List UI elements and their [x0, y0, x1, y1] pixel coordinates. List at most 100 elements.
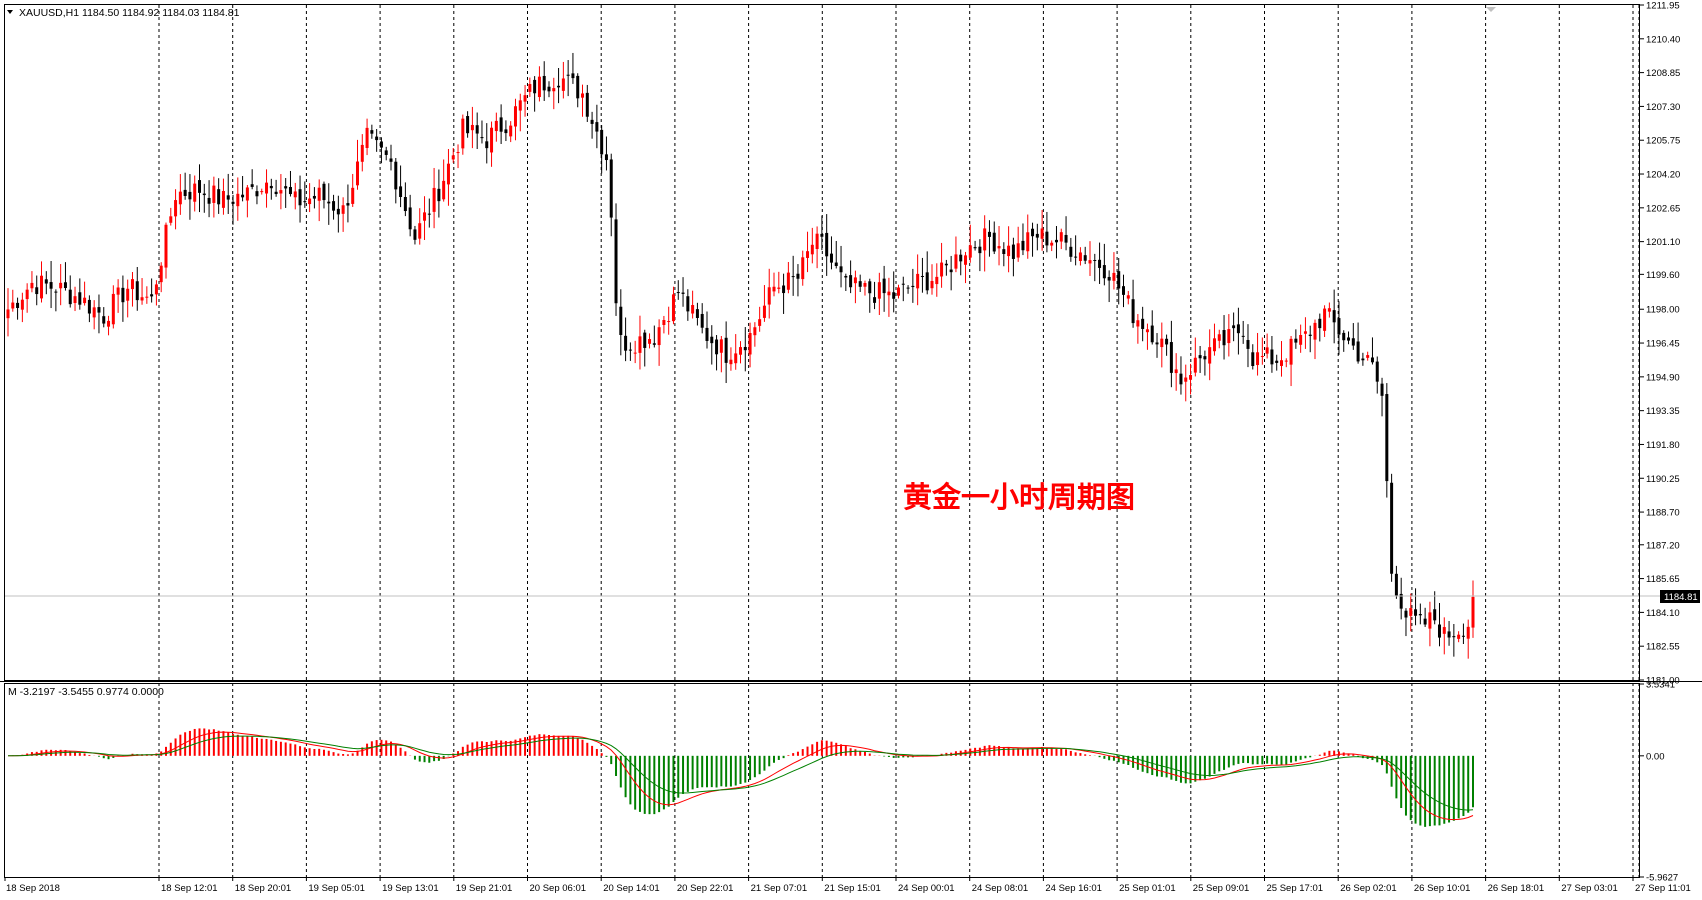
candle-body	[178, 191, 182, 205]
candle-body	[97, 307, 101, 313]
candle-body	[1303, 331, 1307, 334]
candle-body	[691, 305, 695, 314]
candle-body	[1035, 233, 1039, 238]
candle-body	[1299, 334, 1303, 345]
candle-body	[648, 339, 652, 344]
candle-body	[853, 277, 857, 284]
candle-body	[1404, 610, 1408, 618]
candle-body	[394, 161, 398, 190]
candle-body	[1136, 320, 1140, 327]
candle-body	[930, 280, 934, 289]
candle-body	[604, 154, 608, 161]
candle-body	[466, 116, 470, 134]
candle-body	[102, 316, 106, 324]
candle-body	[537, 76, 541, 98]
candle-body	[825, 232, 829, 257]
candle-body	[1461, 635, 1465, 637]
candle-body	[504, 129, 508, 134]
candle-body	[1236, 324, 1240, 334]
candle-body	[968, 245, 972, 258]
candle-body	[231, 201, 235, 204]
candle-body	[418, 223, 422, 239]
candle-body	[298, 189, 302, 206]
candle-body	[116, 287, 120, 295]
candle-body	[1093, 259, 1097, 261]
candle-body	[1054, 239, 1058, 243]
candle-body	[1083, 255, 1087, 261]
candle-body	[935, 276, 939, 285]
candle-body	[1447, 631, 1451, 638]
candle-body	[590, 119, 594, 124]
time-tick-label: 20 Sep 22:01	[677, 883, 734, 894]
candle-body	[1370, 357, 1374, 363]
candle-body	[1165, 338, 1169, 345]
candle-body	[1375, 361, 1379, 382]
candle-body	[241, 194, 245, 198]
candle-body	[561, 78, 565, 91]
macd-header: M -3.2197 -3.5455 0.9774 0.0000	[8, 686, 164, 698]
candle-body	[1074, 256, 1078, 258]
candle-body	[901, 283, 905, 285]
candle-body	[485, 141, 489, 149]
candle-body	[1016, 243, 1020, 258]
price-tick-label: 1190.25	[1646, 474, 1680, 485]
candle-body	[920, 275, 924, 277]
time-tick-label: 24 Sep 08:01	[972, 883, 1029, 894]
candle-body	[1390, 482, 1394, 574]
candle-body	[1418, 614, 1422, 616]
candle-body	[140, 297, 144, 301]
candle-body	[1002, 249, 1006, 255]
candle-body	[633, 352, 637, 354]
price-tick-label: 1191.80	[1646, 440, 1680, 451]
candle-body	[786, 272, 790, 290]
candle-body	[284, 186, 288, 189]
candle-body	[1361, 358, 1365, 361]
candle-body	[810, 244, 814, 255]
price-tick-label: 1196.45	[1646, 339, 1680, 350]
candle-body	[332, 201, 336, 211]
candle-body	[1145, 329, 1149, 333]
candle-body	[581, 93, 585, 98]
time-tick-label: 24 Sep 00:01	[898, 883, 955, 894]
candle-body	[782, 285, 786, 294]
candle-body	[624, 335, 628, 351]
time-tick-label: 20 Sep 14:01	[603, 883, 660, 894]
time-tick-label: 18 Sep 12:01	[161, 883, 218, 894]
candle-body	[734, 353, 738, 364]
candle-body	[815, 233, 819, 250]
candle-body	[743, 346, 747, 351]
candle-body	[662, 320, 666, 325]
candle-body	[130, 279, 134, 290]
candle-body	[183, 189, 187, 196]
candle-body	[73, 296, 77, 303]
candle-body	[1150, 325, 1154, 343]
trading-chart[interactable]: 1211.95 1210.40 1208.85 1207.30 1205.75 1204.…	[0, 0, 1702, 900]
candle-body	[1007, 245, 1011, 257]
candle-body	[1227, 329, 1231, 344]
candle-body	[954, 254, 958, 269]
candle-body	[614, 219, 618, 304]
candle-body	[806, 251, 810, 258]
candle-body	[384, 150, 388, 155]
candle-body	[279, 190, 283, 194]
candle-body	[44, 279, 48, 284]
time-tick-label: 20 Sep 06:01	[530, 883, 587, 894]
time-tick-label: 18 Sep 20:01	[235, 883, 292, 894]
candle-body	[858, 281, 862, 287]
candle-body	[758, 319, 762, 326]
candle-body	[193, 183, 197, 202]
candle-body	[327, 201, 331, 204]
candle-body	[1457, 634, 1461, 639]
candle-body	[164, 224, 168, 268]
candle-body	[1217, 334, 1221, 341]
candle-body	[1179, 373, 1183, 385]
candle-body	[126, 288, 130, 301]
candle-body	[1442, 627, 1446, 634]
candle-body	[657, 327, 661, 346]
candle-body	[777, 287, 781, 289]
candle-body	[1208, 347, 1212, 364]
candle-body	[710, 336, 714, 344]
candle-body	[154, 284, 158, 295]
candle-body	[791, 276, 795, 278]
candle-body	[1279, 360, 1283, 366]
